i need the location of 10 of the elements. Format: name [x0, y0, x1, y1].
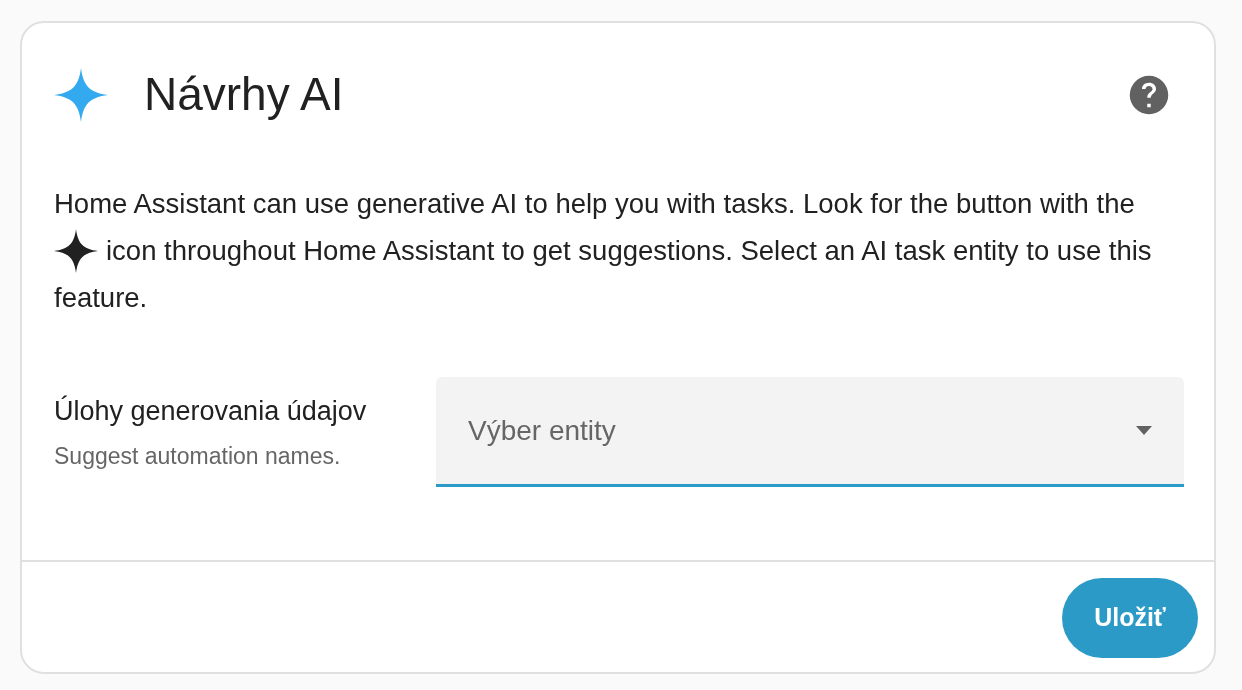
- caret-icon: [1136, 426, 1152, 436]
- setting-label: Úlohy generovania údajov: [54, 394, 368, 428]
- setting-hint: Suggest automation names.: [54, 442, 342, 472]
- description-text: feature.: [54, 281, 148, 316]
- entity-select[interactable]: Výber entity: [436, 377, 1184, 488]
- save-button[interactable]: Uložiť: [1062, 578, 1198, 658]
- dialog-title: Návrhy AI: [144, 67, 344, 122]
- description-text: icon throughout Home Assistant to get suggestions. Select an AI task entity to use this: [106, 234, 1152, 269]
- help-icon[interactable]: [1128, 73, 1170, 116]
- description-text: Home Assistant can use generative AI to help you with tasks. Look for the button with the: [54, 187, 1135, 222]
